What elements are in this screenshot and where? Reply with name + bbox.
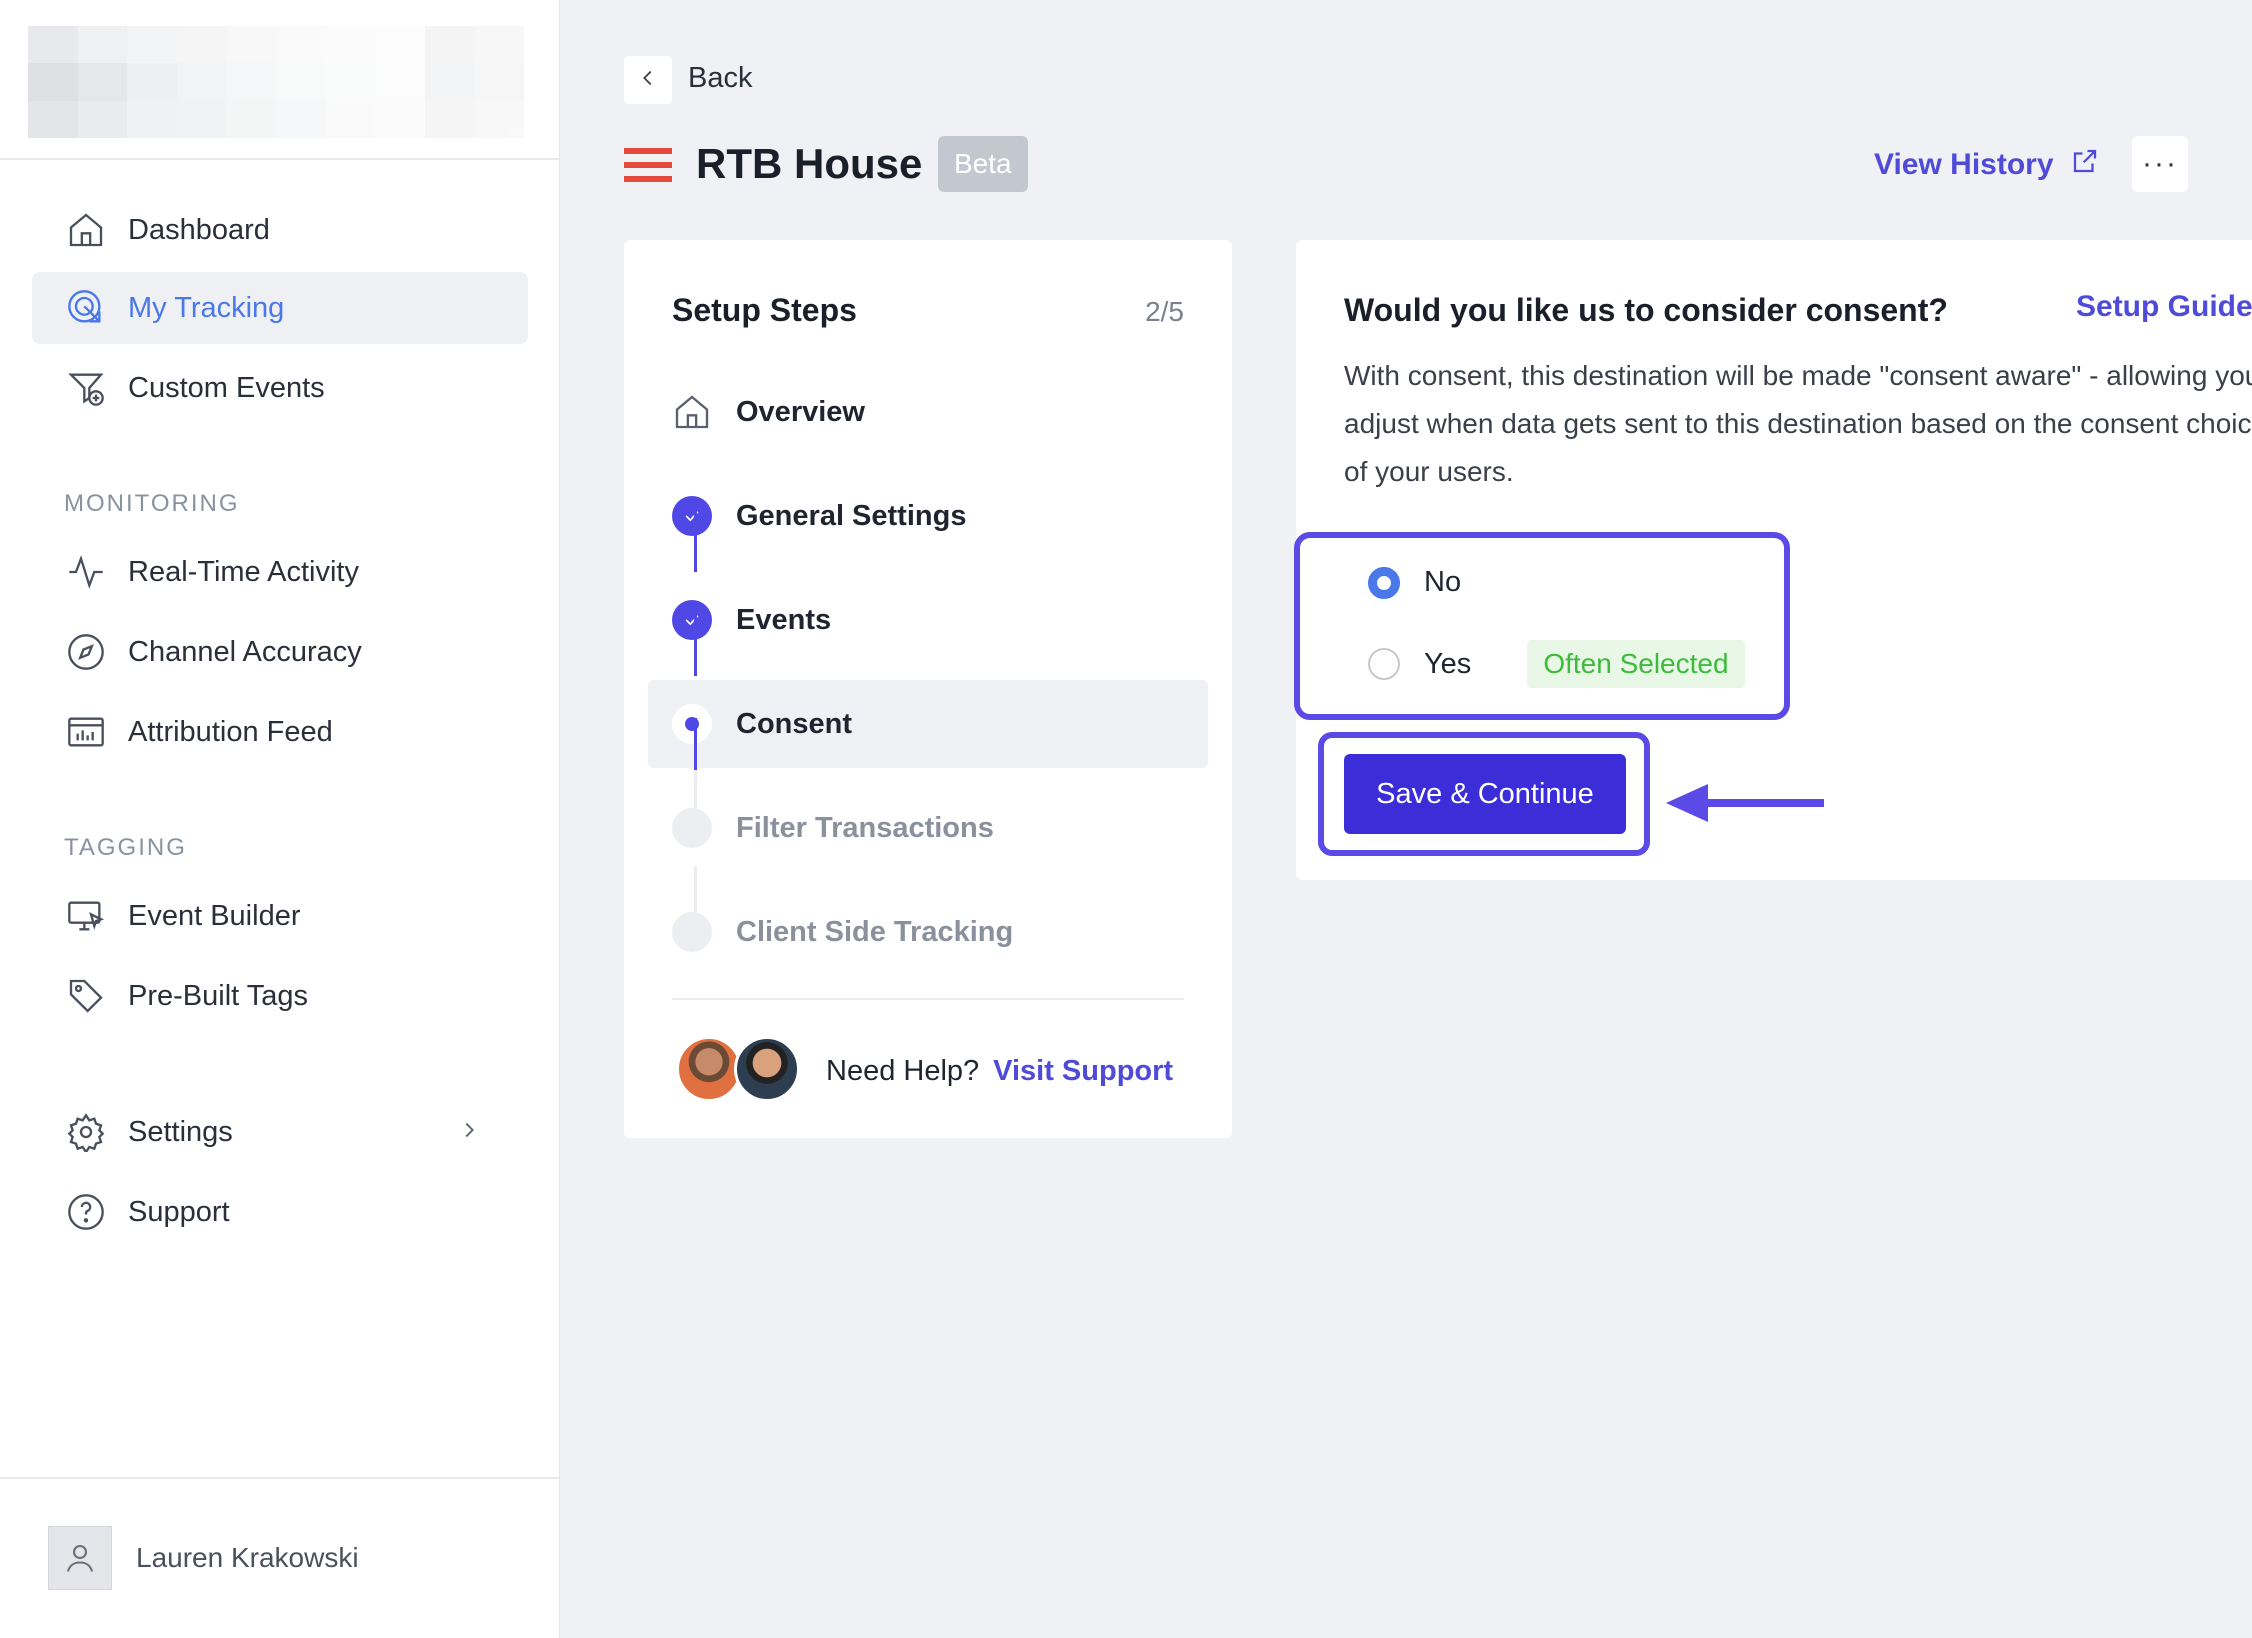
- sidebar-divider: [0, 1477, 560, 1479]
- support-avatars: [676, 1036, 804, 1106]
- step-connector: [694, 614, 697, 676]
- step-connector: [694, 866, 697, 928]
- sidebar-divider: [0, 158, 560, 160]
- step-label: Client Side Tracking: [736, 915, 1014, 948]
- step-general-settings[interactable]: General Settings: [648, 472, 1208, 560]
- rtb-house-logo-icon: [624, 148, 672, 182]
- step-label: Overview: [736, 395, 865, 428]
- sidebar-item-label: Real-Time Activity: [128, 555, 359, 588]
- step-label: Consent: [736, 707, 852, 740]
- step-label: General Settings: [736, 499, 967, 532]
- radio-label: Yes: [1424, 647, 1472, 680]
- sidebar-item-label: Dashboard: [128, 213, 270, 246]
- step-filter-transactions[interactable]: Filter Transactions: [648, 784, 1208, 872]
- radio-label: No: [1424, 566, 1462, 598]
- step-client-side-tracking[interactable]: Client Side Tracking: [648, 888, 1208, 976]
- step-consent[interactable]: Consent: [648, 680, 1208, 768]
- sidebar-item-label: Custom Events: [128, 371, 325, 404]
- chevron-left-icon: [637, 67, 659, 94]
- home-icon: [64, 208, 108, 252]
- annotation-arrow-icon: [1666, 784, 1824, 822]
- calendar-chart-icon: [64, 710, 108, 754]
- monitor-cursor-icon: [64, 894, 108, 938]
- visit-support-link[interactable]: Visit Support: [993, 1055, 1173, 1088]
- sidebar-item-settings[interactable]: Settings: [32, 1096, 528, 1168]
- step-label: Filter Transactions: [736, 811, 994, 844]
- sidebar-item-attribution-feed[interactable]: Attribution Feed: [32, 696, 528, 768]
- check-icon: [672, 496, 712, 536]
- pending-step-dot-icon: [672, 808, 712, 848]
- avatar: [676, 1036, 742, 1102]
- often-selected-badge: Often Selected: [1527, 640, 1745, 688]
- radio-option-yes[interactable]: Yes Often Selected: [1368, 640, 1745, 688]
- sidebar: Dashboard My Tracking Custom Events MONI…: [0, 0, 560, 1638]
- user-avatar-icon: [48, 1526, 112, 1590]
- sidebar-item-support[interactable]: Support: [32, 1176, 528, 1248]
- step-connector: [694, 510, 697, 572]
- save-continue-button[interactable]: Save & Continue: [1344, 754, 1626, 834]
- back-button[interactable]: [624, 56, 672, 104]
- step-connector: [694, 770, 697, 824]
- user-name: Lauren Krakowski: [136, 1542, 359, 1573]
- options-highlight-box: [1294, 532, 1790, 720]
- compass-icon: [64, 630, 108, 674]
- pending-step-dot-icon: [672, 912, 712, 952]
- sidebar-item-real-time-activity[interactable]: Real-Time Activity: [32, 536, 528, 608]
- chevron-right-icon: [458, 1119, 480, 1146]
- help-row: Need Help? Visit Support: [676, 1036, 1173, 1106]
- step-label: Events: [736, 603, 832, 636]
- home-icon: [672, 392, 712, 432]
- help-text: Need Help?: [826, 1054, 980, 1087]
- sidebar-item-label: Settings: [128, 1115, 233, 1148]
- radio-yes[interactable]: [1368, 648, 1400, 680]
- beta-badge: Beta: [938, 136, 1028, 192]
- back-link[interactable]: Back: [688, 62, 752, 95]
- consent-question: Would you like us to consider consent?: [1344, 292, 1948, 328]
- sidebar-item-event-builder[interactable]: Event Builder: [32, 880, 528, 952]
- sidebar-item-label: Pre-Built Tags: [128, 979, 308, 1012]
- gear-icon: [64, 1110, 108, 1154]
- steps-count: 2/5: [1145, 296, 1184, 327]
- sidebar-item-pre-built-tags[interactable]: Pre-Built Tags: [32, 960, 528, 1032]
- avatar: [734, 1036, 800, 1102]
- sidebar-item-label: Support: [128, 1195, 230, 1228]
- section-label-monitoring: MONITORING: [64, 490, 240, 517]
- check-icon: [672, 600, 712, 640]
- ellipsis-icon: ···: [2142, 147, 2178, 180]
- section-label-tagging: TAGGING: [64, 834, 187, 861]
- steps-title: Setup Steps: [672, 292, 857, 328]
- page-title: RTB House: [696, 140, 923, 187]
- external-link-icon: [2070, 146, 2100, 184]
- sidebar-item-dashboard[interactable]: Dashboard: [32, 194, 528, 266]
- steps-divider: [672, 998, 1184, 1000]
- sidebar-item-my-tracking[interactable]: My Tracking: [32, 272, 528, 344]
- user-menu[interactable]: Lauren Krakowski: [48, 1526, 359, 1590]
- radio-no[interactable]: [1368, 566, 1400, 599]
- sidebar-item-label: Channel Accuracy: [128, 635, 362, 668]
- sidebar-item-label: Attribution Feed: [128, 715, 333, 748]
- current-step-dot-icon: [672, 704, 712, 744]
- step-events[interactable]: Events: [648, 576, 1208, 664]
- target-cursor-icon: [64, 286, 108, 330]
- radio-option-no[interactable]: No: [1368, 566, 1461, 599]
- setup-steps-card: Setup Steps 2/5 Overview General Setting…: [624, 240, 1232, 1138]
- setup-guide-link[interactable]: Setup Guide: [2076, 290, 2252, 324]
- activity-icon: [64, 550, 108, 594]
- consent-description: With consent, this destination will be m…: [1344, 360, 2252, 487]
- view-history-link[interactable]: View History: [1874, 146, 2100, 184]
- more-options-button[interactable]: ···: [2132, 136, 2188, 192]
- step-overview[interactable]: Overview: [648, 368, 1208, 456]
- question-circle-icon: [64, 1190, 108, 1234]
- company-logo[interactable]: [28, 26, 524, 138]
- sidebar-item-label: My Tracking: [128, 291, 285, 324]
- view-history-label: View History: [1874, 148, 2054, 181]
- sidebar-item-channel-accuracy[interactable]: Channel Accuracy: [32, 616, 528, 688]
- tag-icon: [64, 974, 108, 1018]
- sidebar-item-label: Event Builder: [128, 899, 301, 932]
- filter-plus-icon: [64, 366, 108, 410]
- sidebar-item-custom-events[interactable]: Custom Events: [32, 352, 528, 424]
